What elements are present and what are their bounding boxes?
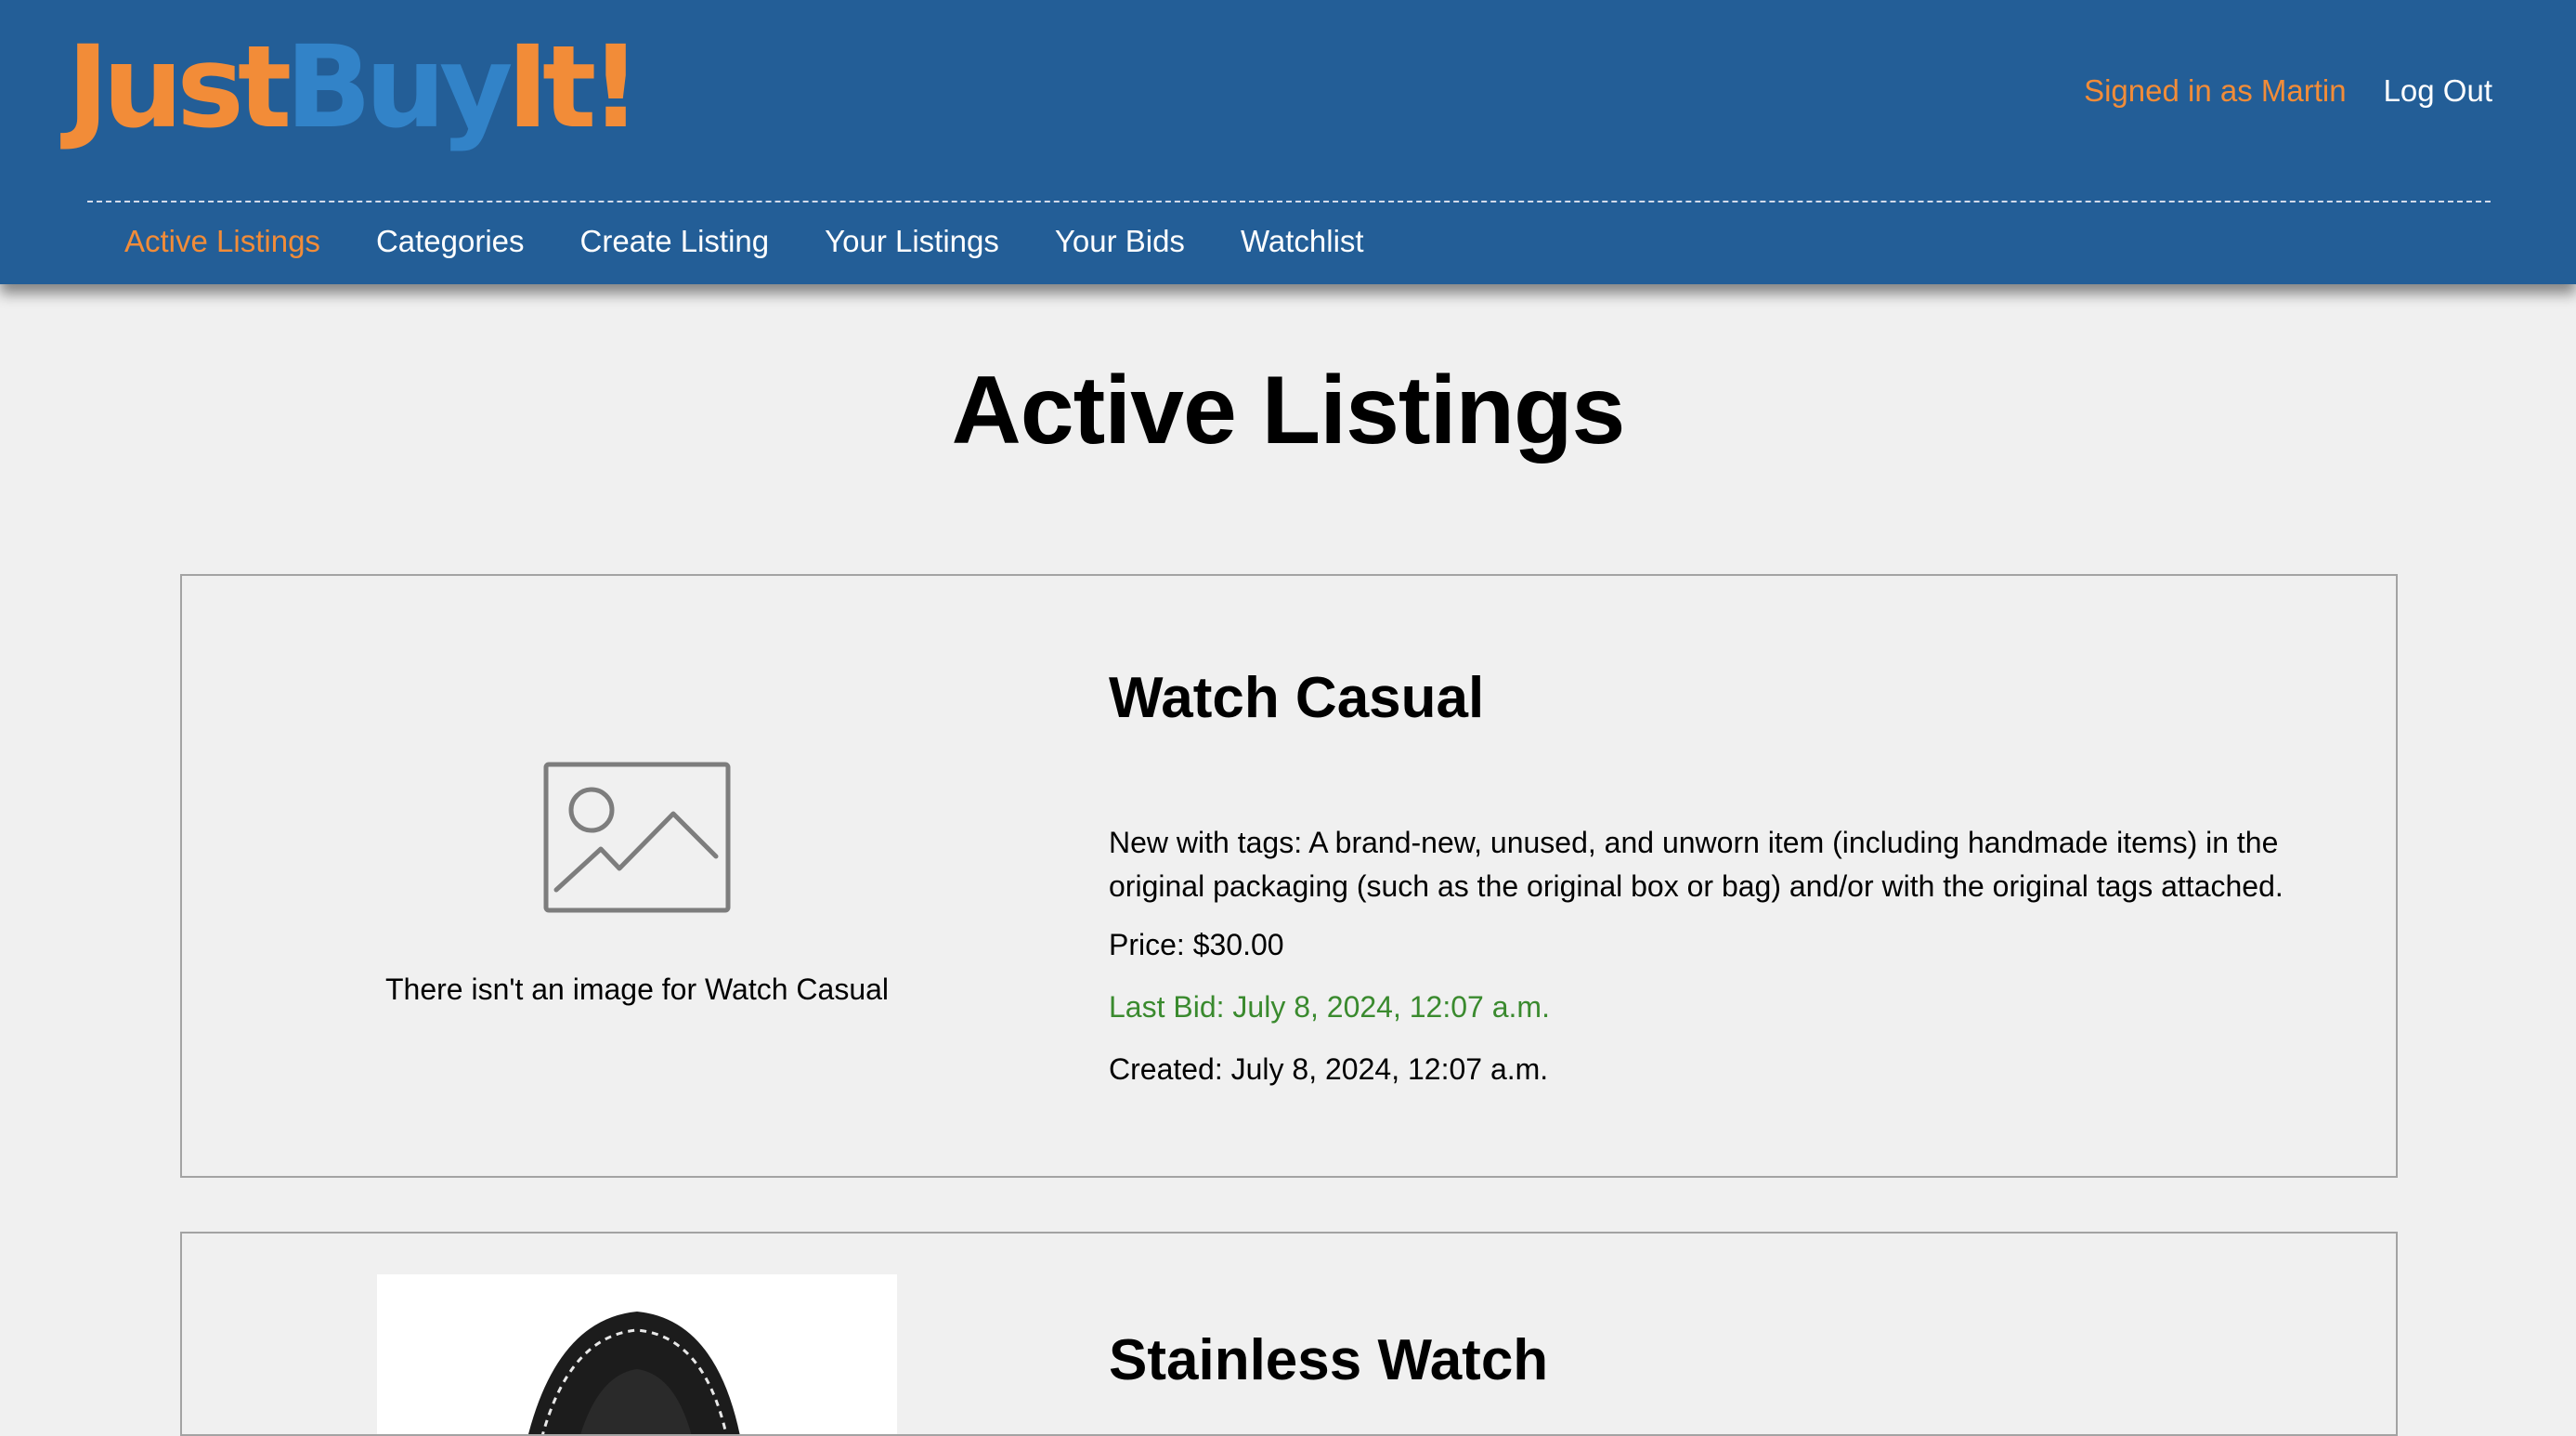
listing-created: Created: July 8, 2024, 12:07 a.m. — [1109, 1052, 1549, 1086]
nav-item-your-listings[interactable]: Your Listings — [825, 223, 999, 260]
logo-part-buy: Buy — [285, 21, 513, 153]
listing-description: New with tags: A brand-new, unused, and … — [1109, 826, 2283, 903]
listing-image-area: There isn't an image for Watch Casual — [182, 576, 1092, 1176]
site-header: JustBuyIt! Signed in as Martin Log Out A… — [0, 0, 2576, 284]
page-title: Active Listings — [951, 357, 1626, 464]
nav-item-your-bids[interactable]: Your Bids — [1055, 223, 1185, 260]
listing-card[interactable]: Stainless Watch — [180, 1232, 2398, 1436]
nav-item-create-listing[interactable]: Create Listing — [580, 223, 770, 260]
listing-title[interactable]: Stainless Watch — [1109, 1326, 1548, 1395]
user-nav: Signed in as Martin Log Out — [2084, 72, 2492, 110]
listing-card[interactable]: There isn't an image for Watch Casual Wa… — [180, 574, 2398, 1178]
no-image-caption: There isn't an image for Watch Casual — [384, 973, 890, 1006]
signed-in-label: Signed in as Martin — [2084, 73, 2347, 108]
listing-title[interactable]: Watch Casual — [1109, 664, 1484, 733]
nav-item-watchlist[interactable]: Watchlist — [1241, 223, 1364, 260]
header-divider — [87, 201, 2491, 202]
watch-strap-photo — [377, 1274, 897, 1434]
nav-item-categories[interactable]: Categories — [376, 223, 525, 260]
main-nav: Active Listings Categories Create Listin… — [124, 223, 1364, 260]
logo-part-just: Just — [67, 21, 292, 153]
listing-price: Price: $30.00 — [1109, 928, 1284, 961]
logo[interactable]: JustBuyIt! — [67, 21, 642, 153]
logo-part-it: It! — [506, 21, 642, 153]
listing-image — [377, 1274, 897, 1434]
listing-last-bid: Last Bid: July 8, 2024, 12:07 a.m. — [1109, 990, 1550, 1024]
logout-link[interactable]: Log Out — [2384, 72, 2492, 110]
image-placeholder-icon — [543, 762, 731, 913]
nav-item-active-listings[interactable]: Active Listings — [124, 223, 320, 260]
